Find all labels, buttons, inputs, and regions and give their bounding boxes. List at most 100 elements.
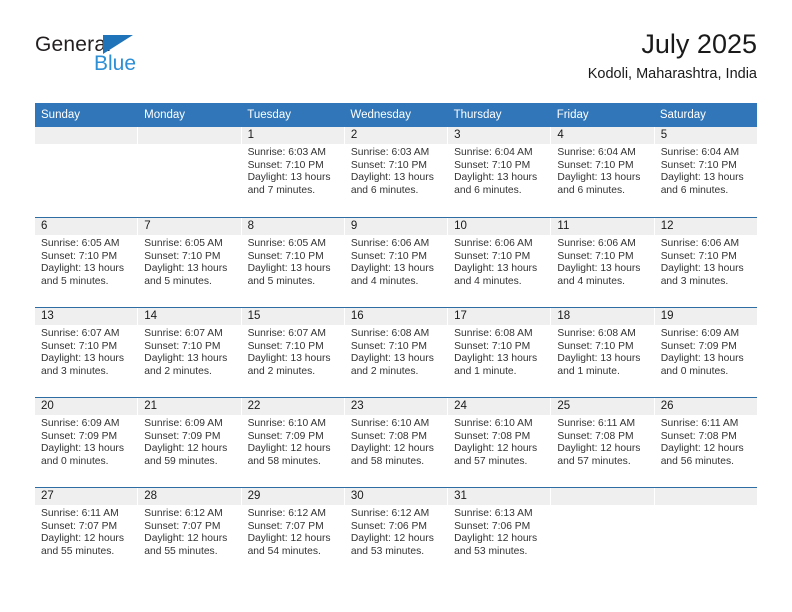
calendar-day-cell[interactable]: 13 Sunrise: 6:07 AM Sunset: 7:10 PM Dayligh… (35, 308, 139, 397)
sunrise-text: Sunrise: 6:12 AM (247, 508, 326, 519)
sunset-text: Sunset: 7:06 PM (350, 520, 427, 532)
calendar-day-cell[interactable]: 15 Sunrise: 6:07 AM Sunset: 7:10 PM Dayligh… (241, 308, 345, 397)
daylight-text: Daylight: 13 hours and 7 minutes. (247, 172, 331, 196)
daylight-text: Daylight: 13 hours and 3 minutes. (41, 353, 124, 377)
day-details: Sunrise: 6:07 AM Sunset: 7:10 PM Daylight:… (138, 325, 240, 378)
calendar-day-cell[interactable]: 27 Sunrise: 6:11 AM Sunset: 7:07 PM Dayligh… (35, 488, 139, 577)
page-title: July 2025 (641, 29, 757, 59)
sunset-text: Sunset: 7:08 PM (350, 430, 427, 442)
day-details: Sunrise: 6:07 AM Sunset: 7:10 PM Daylight:… (35, 325, 137, 378)
calendar-day-cell[interactable]: 5 Sunrise: 6:04 AM Sunset: 7:10 PM Daylight… (654, 127, 757, 217)
calendar-day-cell[interactable]: 24 Sunrise: 6:10 AM Sunset: 7:08 PM Dayligh… (448, 398, 552, 487)
day-details: Sunrise: 6:04 AM Sunset: 7:10 PM Daylight:… (655, 144, 757, 197)
calendar-day-cell[interactable]: 29 Sunrise: 6:12 AM Sunset: 7:07 PM Dayligh… (241, 488, 345, 577)
calendar-week-row: 20 Sunrise: 6:09 AM Sunset: 7:09 PM Dayligh… (35, 397, 757, 487)
day-number: 10 (448, 218, 551, 235)
sunset-text: Sunset: 7:08 PM (557, 430, 634, 442)
sunset-text: Sunset: 7:10 PM (144, 340, 221, 352)
day-number: 2 (344, 127, 448, 144)
day-number: 22 (241, 398, 344, 415)
day-details: Sunrise: 6:10 AM Sunset: 7:08 PM Daylight:… (448, 415, 550, 468)
sunrise-text: Sunrise: 6:07 AM (144, 328, 223, 339)
day-details: Sunrise: 6:05 AM Sunset: 7:10 PM Daylight:… (35, 235, 137, 288)
calendar-day-cell[interactable]: 22 Sunrise: 6:10 AM Sunset: 7:09 PM Dayligh… (241, 398, 345, 487)
calendar-day-cell[interactable]: 11 Sunrise: 6:06 AM Sunset: 7:10 PM Dayligh… (551, 218, 655, 307)
calendar-day-cell[interactable]: 1 Sunrise: 6:03 AM Sunset: 7:10 PM Daylight… (241, 127, 345, 217)
calendar-day-cell[interactable]: 12 Sunrise: 6:06 AM Sunset: 7:10 PM Dayligh… (654, 218, 757, 307)
calendar-day-cell[interactable]: 17 Sunrise: 6:08 AM Sunset: 7:10 PM Dayligh… (448, 308, 552, 397)
sunset-text: Sunset: 7:10 PM (454, 159, 531, 171)
sunrise-text: Sunrise: 6:08 AM (557, 328, 636, 339)
calendar-day-cell[interactable]: 4 Sunrise: 6:04 AM Sunset: 7:10 PM Daylight… (551, 127, 655, 217)
sunrise-text: Sunrise: 6:11 AM (660, 418, 739, 429)
day-details: Sunrise: 6:06 AM Sunset: 7:10 PM Daylight:… (551, 235, 653, 288)
daylight-text: Daylight: 12 hours and 57 minutes. (454, 443, 538, 467)
sunrise-text: Sunrise: 6:06 AM (454, 238, 533, 249)
daylight-text: Daylight: 13 hours and 4 minutes. (350, 263, 434, 287)
calendar-day-cell[interactable]: 6 Sunrise: 6:05 AM Sunset: 7:10 PM Daylight… (35, 218, 139, 307)
daylight-text: Daylight: 13 hours and 5 minutes. (41, 263, 124, 287)
calendar-day-cell[interactable]: 10 Sunrise: 6:06 AM Sunset: 7:10 PM Dayligh… (448, 218, 552, 307)
sunrise-text: Sunrise: 6:03 AM (247, 147, 326, 158)
day-number: 6 (35, 218, 138, 235)
day-details: Sunrise: 6:12 AM Sunset: 7:07 PM Daylight:… (138, 505, 240, 558)
day-number: 20 (35, 398, 138, 415)
day-number (138, 127, 241, 144)
sunrise-text: Sunrise: 6:11 AM (557, 418, 636, 429)
daylight-text: Daylight: 13 hours and 1 minute. (454, 353, 538, 377)
day-number: 7 (138, 218, 241, 235)
calendar-day-cell-empty (35, 127, 139, 217)
sunset-text: Sunset: 7:10 PM (454, 250, 531, 262)
calendar-day-cell[interactable]: 23 Sunrise: 6:10 AM Sunset: 7:08 PM Dayligh… (344, 398, 449, 487)
calendar-day-cell[interactable]: 16 Sunrise: 6:08 AM Sunset: 7:10 PM Dayligh… (344, 308, 449, 397)
day-details: Sunrise: 6:05 AM Sunset: 7:10 PM Daylight:… (138, 235, 240, 288)
calendar-day-cell[interactable]: 26 Sunrise: 6:11 AM Sunset: 7:08 PM Dayligh… (654, 398, 757, 487)
day-details: Sunrise: 6:11 AM Sunset: 7:08 PM Daylight:… (655, 415, 757, 468)
day-details: Sunrise: 6:04 AM Sunset: 7:10 PM Daylight:… (551, 144, 653, 197)
day-number: 18 (551, 308, 654, 325)
calendar-day-cell[interactable]: 9 Sunrise: 6:06 AM Sunset: 7:10 PM Daylight… (344, 218, 449, 307)
sunset-text: Sunset: 7:08 PM (454, 430, 531, 442)
calendar-day-cell[interactable]: 2 Sunrise: 6:03 AM Sunset: 7:10 PM Daylight… (344, 127, 449, 217)
day-number: 16 (344, 308, 448, 325)
day-details: Sunrise: 6:09 AM Sunset: 7:09 PM Daylight:… (138, 415, 240, 468)
weekday-header-saturday: Saturday (659, 109, 706, 121)
sunset-text: Sunset: 7:10 PM (247, 159, 324, 171)
calendar-day-cell[interactable]: 20 Sunrise: 6:09 AM Sunset: 7:09 PM Dayligh… (35, 398, 139, 487)
sunset-text: Sunset: 7:10 PM (350, 250, 427, 262)
day-number: 13 (35, 308, 138, 325)
calendar-day-cell[interactable]: 7 Sunrise: 6:05 AM Sunset: 7:10 PM Daylight… (138, 218, 242, 307)
sunrise-text: Sunrise: 6:12 AM (144, 508, 223, 519)
calendar-week-row: 6 Sunrise: 6:05 AM Sunset: 7:10 PM Daylight… (35, 217, 757, 307)
calendar-day-cell-empty (654, 488, 757, 577)
sunset-text: Sunset: 7:10 PM (350, 159, 427, 171)
sunset-text: Sunset: 7:10 PM (557, 159, 634, 171)
sunrise-text: Sunrise: 6:09 AM (660, 328, 740, 339)
day-details: Sunrise: 6:09 AM Sunset: 7:09 PM Daylight:… (655, 325, 757, 378)
day-details: Sunrise: 6:10 AM Sunset: 7:09 PM Daylight:… (242, 415, 344, 468)
day-number: 31 (448, 488, 551, 505)
daylight-text: Daylight: 13 hours and 0 minutes. (660, 353, 744, 377)
calendar-grid: Sunday Monday Tuesday Wednesday Thursday Frid… (35, 103, 757, 577)
calendar-day-cell[interactable]: 28 Sunrise: 6:12 AM Sunset: 7:07 PM Dayligh… (138, 488, 242, 577)
daylight-text: Daylight: 13 hours and 4 minutes. (454, 263, 538, 287)
calendar-day-cell[interactable]: 3 Sunrise: 6:04 AM Sunset: 7:10 PM Daylight… (448, 127, 552, 217)
sunset-text: Sunset: 7:10 PM (247, 340, 324, 352)
calendar-day-cell[interactable]: 31 Sunrise: 6:13 AM Sunset: 7:06 PM Dayligh… (448, 488, 552, 577)
sunset-text: Sunset: 7:06 PM (454, 520, 531, 532)
day-number: 1 (241, 127, 344, 144)
daylight-text: Daylight: 12 hours and 58 minutes. (247, 443, 331, 467)
day-details: Sunrise: 6:03 AM Sunset: 7:10 PM Daylight:… (242, 144, 344, 197)
calendar-day-cell[interactable]: 30 Sunrise: 6:12 AM Sunset: 7:06 PM Dayligh… (344, 488, 449, 577)
calendar-day-cell[interactable]: 25 Sunrise: 6:11 AM Sunset: 7:08 PM Dayligh… (551, 398, 655, 487)
day-details: Sunrise: 6:09 AM Sunset: 7:09 PM Daylight:… (35, 415, 137, 468)
calendar-day-cell[interactable]: 19 Sunrise: 6:09 AM Sunset: 7:09 PM Dayligh… (654, 308, 757, 397)
sunrise-text: Sunrise: 6:04 AM (557, 147, 636, 158)
calendar-day-cell[interactable]: 14 Sunrise: 6:07 AM Sunset: 7:10 PM Dayligh… (138, 308, 242, 397)
day-details: Sunrise: 6:06 AM Sunset: 7:10 PM Daylight:… (655, 235, 757, 288)
calendar-day-cell[interactable]: 8 Sunrise: 6:05 AM Sunset: 7:10 PM Daylight… (241, 218, 345, 307)
calendar-day-cell[interactable]: 21 Sunrise: 6:09 AM Sunset: 7:09 PM Dayligh… (138, 398, 242, 487)
day-number: 29 (241, 488, 344, 505)
daylight-text: Daylight: 13 hours and 0 minutes. (41, 443, 124, 467)
calendar-day-cell[interactable]: 18 Sunrise: 6:08 AM Sunset: 7:10 PM Dayligh… (551, 308, 655, 397)
